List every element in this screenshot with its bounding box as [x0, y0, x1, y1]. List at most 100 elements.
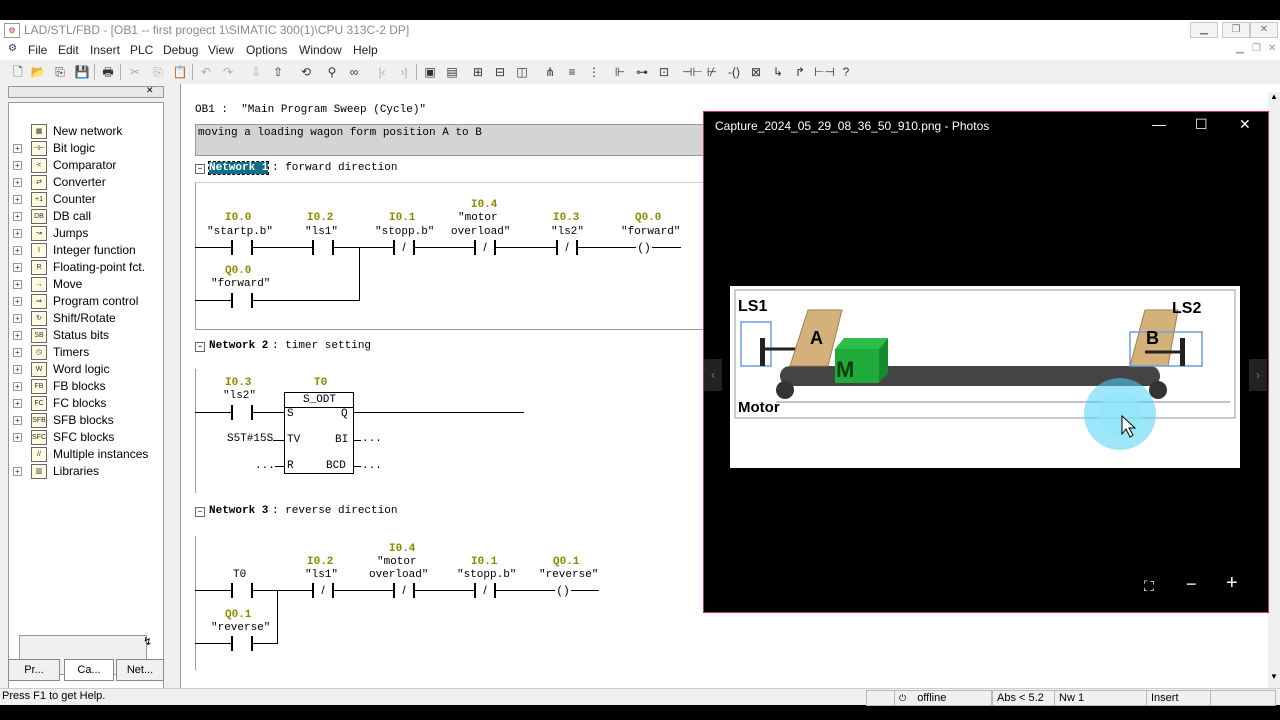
tree-item-program-control[interactable]: + ⇒ Program control — [13, 293, 161, 309]
tree-item-timers[interactable]: + ◷ Timers — [13, 344, 161, 360]
scroll-down-icon[interactable]: ▼ — [1270, 672, 1278, 681]
next-icon[interactable]: ›| — [396, 64, 412, 80]
expand-icon[interactable]: + — [13, 365, 22, 374]
redo-icon[interactable]: ↷ — [220, 64, 236, 80]
block-comment-box[interactable]: moving a loading wagon form position A t… — [195, 124, 707, 156]
menu-view[interactable]: View — [208, 43, 234, 57]
tree-item-fc-blocks[interactable]: + FC FC blocks — [13, 395, 161, 411]
expand-icon[interactable]: + — [13, 331, 22, 340]
previous-image-icon[interactable]: ‹ — [704, 359, 722, 391]
network-3-title-prefix[interactable]: Network 3 — [209, 505, 268, 517]
network-1-title-highlight[interactable]: Network 1 — [207, 161, 270, 175]
doc-close-icon[interactable]: ✕ — [1268, 43, 1276, 54]
lad-icon[interactable]: ⋔ — [542, 64, 558, 80]
tree-item-db-call[interactable]: + DB DB call — [13, 208, 161, 224]
tv-value[interactable]: S5T#15S — [227, 433, 273, 445]
nc-contact[interactable]: / — [474, 583, 496, 598]
nc-contact-icon[interactable]: ⊬ — [704, 64, 720, 80]
expand-icon[interactable]: + — [13, 382, 22, 391]
tree-item-comparator[interactable]: + < Comparator — [13, 157, 161, 173]
details-icon[interactable]: ▤ — [444, 64, 460, 80]
nc-contact[interactable]: / — [393, 583, 415, 598]
expand-icon[interactable]: + — [13, 229, 22, 238]
new-icon[interactable]: 🗋 — [10, 64, 26, 80]
doc-minimize-icon[interactable]: ▁ — [1236, 43, 1244, 54]
tree-item-integer-function[interactable]: + I Integer function — [13, 242, 161, 258]
expand-icon[interactable]: + — [13, 212, 22, 221]
photos-minimize-icon[interactable]: — — [1152, 116, 1166, 132]
overview-icon[interactable]: ▣ — [422, 64, 438, 80]
open-branch-icon[interactable]: ↳ — [770, 64, 786, 80]
no-contact-icon[interactable]: ⊣⊢ — [682, 64, 703, 80]
expand-icon[interactable]: + — [13, 314, 22, 323]
upload-icon[interactable]: ⇧ — [270, 64, 286, 80]
lad-element-icon[interactable]: ⊩ — [612, 64, 628, 80]
network-icon[interactable]: ⊞ — [470, 64, 486, 80]
scroll-up-icon[interactable]: ▲ — [1270, 92, 1278, 101]
tree-item-fb-blocks[interactable]: + FB FB blocks — [13, 378, 161, 394]
tree-item-counter[interactable]: + +1 Counter — [13, 191, 161, 207]
branch-icon[interactable]: ⊟ — [492, 64, 508, 80]
expand-icon[interactable]: + — [13, 195, 22, 204]
tree-item-shift-rotate[interactable]: + ↻ Shift/Rotate — [13, 310, 161, 326]
no-contact[interactable] — [231, 583, 253, 598]
editor-scrollbar[interactable]: ▲ ▼ — [1268, 92, 1280, 688]
panel-close-icon[interactable]: ✕ — [146, 85, 154, 96]
accessible-nodes-icon[interactable]: ⎘ — [52, 64, 68, 80]
menu-file[interactable]: File — [28, 43, 47, 57]
tree-item-jumps[interactable]: + ↝ Jumps — [13, 225, 161, 241]
close-branch-icon[interactable]: ↱ — [792, 64, 808, 80]
go-online-icon[interactable]: ⟲ — [298, 64, 314, 80]
tree-item-multiple-instances[interactable]: // Multiple instances — [13, 446, 161, 462]
save-icon[interactable]: 💾 — [74, 64, 90, 80]
undo-icon[interactable]: ↶ — [198, 64, 214, 80]
menu-options[interactable]: Options — [246, 43, 287, 57]
no-contact[interactable] — [231, 405, 253, 420]
expand-icon[interactable]: + — [13, 399, 22, 408]
expand-icon[interactable]: + — [13, 263, 22, 272]
cut-icon[interactable]: ✂ — [127, 64, 143, 80]
tree-item-word-logic[interactable]: + W Word logic — [13, 361, 161, 377]
stl-icon[interactable]: ≡ — [564, 64, 580, 80]
paste-icon[interactable]: 📋 — [172, 64, 188, 80]
copy-icon[interactable]: ⎘ — [150, 64, 166, 80]
tree-item-libraries[interactable]: + ▥ Libraries — [13, 463, 161, 479]
bcd-output[interactable]: ... — [362, 460, 382, 472]
zoom-in-icon[interactable]: + — [1226, 572, 1238, 595]
bi-output[interactable]: ... — [362, 433, 382, 445]
menu-window[interactable]: Window — [299, 43, 342, 57]
tab-network[interactable]: Net... — [116, 659, 164, 681]
zoom-out-icon[interactable]: − — [1186, 574, 1197, 595]
expand-icon[interactable]: + — [13, 297, 22, 306]
column-icon[interactable]: ◫ — [514, 64, 530, 80]
no-contact[interactable] — [312, 240, 334, 255]
minimize-icon[interactable]: ▁ — [1190, 22, 1218, 38]
expand-icon[interactable]: + — [13, 416, 22, 425]
tree-item-sfc-blocks[interactable]: + SFC SFC blocks — [13, 429, 161, 445]
collapse-network-2-icon[interactable]: − — [195, 342, 205, 352]
photos-maximize-icon[interactable]: ☐ — [1195, 116, 1208, 133]
tree-item-new-network[interactable]: ▦ New network — [13, 123, 161, 139]
nc-contact[interactable]: / — [393, 240, 415, 255]
coil-icon[interactable]: -() — [726, 64, 742, 80]
empty-box-icon[interactable]: ⊠ — [748, 64, 764, 80]
fit-view-icon[interactable]: ⛶ — [1144, 578, 1154, 595]
collapse-network-3-icon[interactable]: − — [195, 507, 205, 517]
monitor-icon[interactable]: ⚲ — [324, 64, 340, 80]
tab-catalog[interactable]: Ca... — [64, 659, 114, 681]
restore-icon[interactable]: ❐ — [1222, 22, 1250, 38]
help-context-icon[interactable]: ? — [838, 64, 854, 80]
tree-item-move[interactable]: + → Move — [13, 276, 161, 292]
menu-insert[interactable]: Insert — [90, 43, 120, 57]
expand-icon[interactable]: + — [13, 144, 22, 153]
expand-icon[interactable]: + — [13, 433, 22, 442]
expand-icon[interactable]: + — [13, 467, 22, 476]
tree-item-converter[interactable]: + ⇄ Converter — [13, 174, 161, 190]
tree-item-status-bits[interactable]: + SB Status bits — [13, 327, 161, 343]
no-contact[interactable] — [231, 240, 253, 255]
prev-icon[interactable]: |‹ — [374, 64, 390, 80]
nc-contact[interactable]: / — [556, 240, 578, 255]
collapse-network-1-icon[interactable]: − — [195, 164, 205, 174]
doc-restore-icon[interactable]: ❐ — [1252, 43, 1261, 54]
menu-edit[interactable]: Edit — [58, 43, 79, 57]
